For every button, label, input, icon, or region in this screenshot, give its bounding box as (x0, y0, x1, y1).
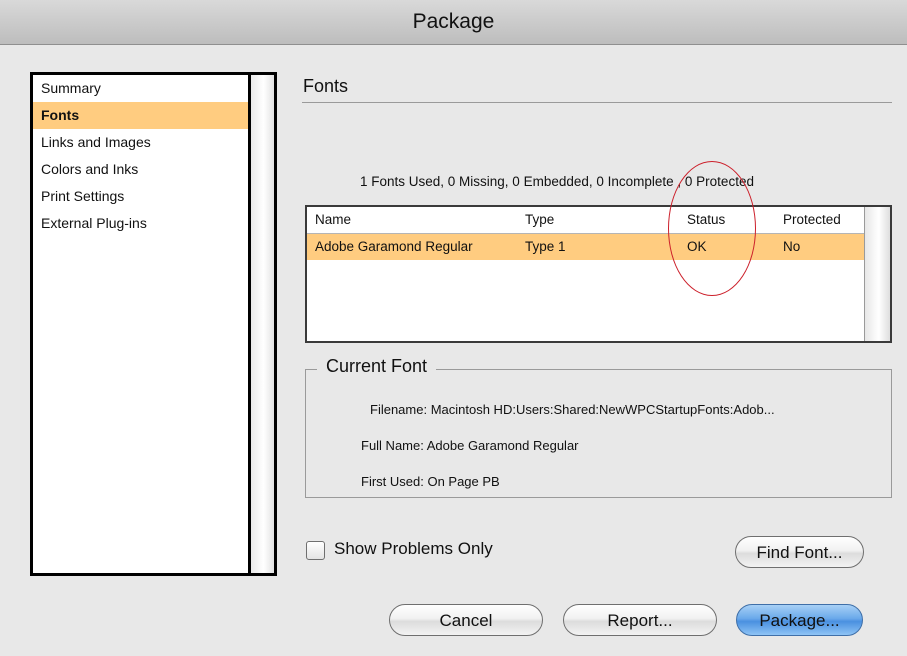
cell-name: Adobe Garamond Regular (315, 239, 473, 254)
sidebar-item-external-plug-ins[interactable]: External Plug-ins (33, 210, 253, 237)
column-header-type[interactable]: Type (525, 207, 554, 233)
sidebar-scrollbar[interactable] (248, 75, 274, 573)
status-annotation-circle (668, 161, 756, 296)
section-title: Fonts (303, 76, 349, 96)
column-header-name[interactable]: Name (315, 207, 351, 233)
category-items: Summary Fonts Links and Images Colors an… (33, 75, 253, 573)
current-font-filename: Filename: Macintosh HD:Users:Shared:NewW… (370, 402, 775, 417)
section-divider (302, 102, 892, 103)
current-font-first-used: First Used: On Page PB (361, 474, 500, 489)
table-row[interactable]: Adobe Garamond Regular Type 1 OK No (307, 234, 865, 260)
fonts-table[interactable]: Name Type Status Protected Adobe Garamon… (305, 205, 892, 343)
find-font-button[interactable]: Find Font... (735, 536, 864, 568)
fonts-table-body: Name Type Status Protected Adobe Garamon… (307, 207, 865, 341)
sidebar-item-fonts[interactable]: Fonts (33, 102, 253, 129)
sidebar-item-summary[interactable]: Summary (33, 75, 253, 102)
sidebar-item-links-and-images[interactable]: Links and Images (33, 129, 253, 156)
report-button[interactable]: Report... (563, 604, 717, 636)
column-header-protected[interactable]: Protected (783, 207, 841, 233)
current-font-full-name: Full Name: Adobe Garamond Regular (361, 438, 579, 453)
cell-protected: No (783, 239, 801, 254)
category-list[interactable]: Summary Fonts Links and Images Colors an… (30, 72, 277, 576)
table-scrollbar[interactable] (864, 207, 890, 341)
cancel-button[interactable]: Cancel (389, 604, 543, 636)
sidebar-item-print-settings[interactable]: Print Settings (33, 183, 253, 210)
cell-type: Type 1 (525, 239, 566, 254)
table-header: Name Type Status Protected (307, 207, 865, 234)
package-button[interactable]: Package... (736, 604, 863, 636)
current-font-legend: Current Font (317, 356, 437, 377)
window-title: Package (0, 0, 907, 45)
show-problems-label[interactable]: Show Problems Only (334, 539, 493, 559)
show-problems-checkbox[interactable] (306, 541, 325, 560)
sidebar-item-colors-and-inks[interactable]: Colors and Inks (33, 156, 253, 183)
